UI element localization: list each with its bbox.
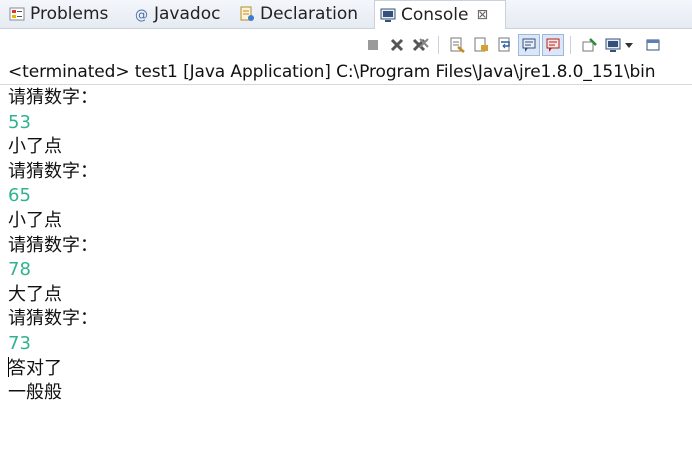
clear-console-icon[interactable] bbox=[446, 34, 468, 56]
problems-icon bbox=[8, 5, 26, 23]
console-line-prompt: 请猜数字： bbox=[8, 160, 98, 182]
tab-problems[interactable]: Problems bbox=[8, 0, 108, 28]
tab-javadoc[interactable]: @ Javadoc bbox=[132, 0, 220, 28]
launch-status: <terminated> test1 [Java Application] C:… bbox=[8, 62, 656, 82]
console-line-input: 53 bbox=[8, 111, 31, 133]
tab-label: Problems bbox=[30, 4, 109, 24]
console-icon bbox=[379, 6, 397, 24]
console-line-input: 78 bbox=[8, 259, 31, 281]
chevron-down-icon[interactable] bbox=[622, 34, 636, 56]
console-line-input: 73 bbox=[8, 332, 31, 354]
console-line-output: 小了点 bbox=[8, 136, 62, 158]
show-on-stdout-icon[interactable] bbox=[518, 34, 540, 56]
console-toolbar bbox=[352, 32, 692, 58]
console-line-output: 答对了 bbox=[8, 357, 62, 379]
display-selected-console-icon[interactable] bbox=[602, 34, 624, 56]
divider bbox=[0, 84, 692, 85]
console-line-input: 65 bbox=[8, 185, 31, 207]
word-wrap-icon[interactable] bbox=[494, 34, 516, 56]
tab-declaration[interactable]: Declaration bbox=[238, 0, 358, 28]
terminate-icon[interactable] bbox=[362, 34, 384, 56]
tab-label: Declaration bbox=[260, 4, 359, 24]
console-output[interactable]: 请猜数字： 53 小了点 请猜数字： 65 小了点 请猜数字： 78 大了点 请… bbox=[8, 86, 688, 406]
console-line-output: 小了点 bbox=[8, 209, 62, 231]
scroll-lock-icon[interactable] bbox=[470, 34, 492, 56]
close-icon[interactable]: ⊠ bbox=[477, 7, 489, 23]
console-line-output: 大了点 bbox=[8, 283, 62, 305]
console-line-prompt: 请猜数字： bbox=[8, 87, 98, 108]
remove-all-terminated-icon[interactable] bbox=[410, 34, 432, 56]
open-console-icon[interactable] bbox=[642, 34, 664, 56]
tab-label: Console bbox=[401, 5, 469, 25]
tab-label: Javadoc bbox=[154, 4, 221, 24]
show-on-stderr-icon[interactable] bbox=[542, 34, 564, 56]
tab-console[interactable]: Console ⊠ bbox=[374, 0, 506, 29]
text-caret bbox=[8, 357, 9, 377]
declaration-icon bbox=[238, 5, 256, 23]
svg-text:@: @ bbox=[135, 8, 148, 22]
console-line-prompt: 请猜数字： bbox=[8, 308, 98, 330]
view-tab-bar: Problems @ Javadoc Declaration Console ⊠ bbox=[0, 0, 692, 29]
pin-console-icon[interactable] bbox=[578, 34, 600, 56]
console-line-output: 一般般 bbox=[8, 382, 62, 404]
javadoc-icon: @ bbox=[132, 5, 150, 23]
console-line-prompt: 请猜数字： bbox=[8, 234, 98, 256]
remove-launch-icon[interactable] bbox=[386, 34, 408, 56]
